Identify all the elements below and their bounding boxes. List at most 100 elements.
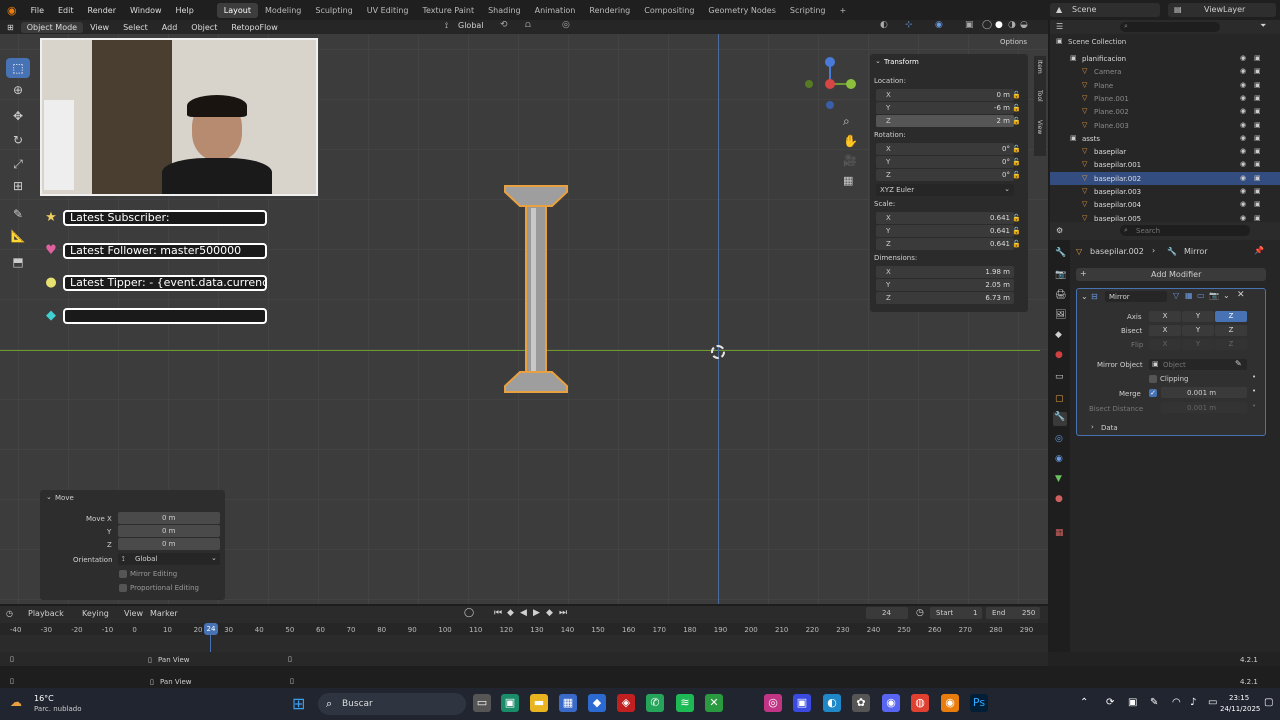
render-visibility-icon[interactable]: ▣ (1254, 121, 1261, 129)
menu-retopoflow[interactable]: RetopoFlow (224, 23, 284, 32)
particles-tab-icon[interactable]: ◎ (1055, 434, 1063, 444)
eye-icon[interactable]: ◉ (1240, 187, 1246, 195)
pin-icon[interactable]: 📌 (1254, 246, 1264, 255)
menu-playback[interactable]: Playback (28, 609, 64, 618)
render-visibility-icon[interactable]: ▣ (1254, 174, 1261, 182)
breadcrumb-modifier[interactable]: Mirror (1184, 247, 1208, 256)
dimensions-x-field[interactable]: X 1.98 m (876, 266, 1014, 278)
tab-texture-paint[interactable]: Texture Paint (415, 3, 481, 18)
dimensions-z-field[interactable]: Z 6.73 m (876, 292, 1014, 304)
xray-icon[interactable]: ▣ (965, 20, 974, 30)
clock-time[interactable]: 23:15 (1229, 694, 1249, 702)
close-icon[interactable]: ✕ (1237, 290, 1245, 300)
eye-icon[interactable]: ◉ (1240, 81, 1246, 89)
mode-selector[interactable]: Object Mode (20, 21, 84, 33)
outliner-editor-icon[interactable]: ☰ (1056, 22, 1063, 31)
lock-icon[interactable]: 🔓 (1012, 145, 1021, 153)
chatgpt-icon[interactable]: ✿ (852, 694, 870, 712)
task-view-icon[interactable]: ▭ (473, 694, 491, 712)
location-y-field[interactable]: Y -6 m (876, 102, 1014, 114)
discord-icon[interactable]: ◉ (882, 694, 900, 712)
playhead-frame[interactable]: 24 (204, 623, 218, 635)
collapse-chevron-icon[interactable]: ⌄ (875, 57, 881, 65)
filter-icon[interactable]: ⏷ (1260, 21, 1266, 31)
visibility-icon[interactable]: ◐ (880, 20, 888, 30)
flip-z-toggle[interactable]: Z (1215, 339, 1247, 350)
axis-z-toggle[interactable]: Z (1215, 311, 1247, 322)
mirror-editing-checkbox[interactable] (119, 570, 127, 578)
render-visibility-icon[interactable]: ▣ (1254, 67, 1261, 75)
outliner-object-row[interactable]: ▽ Plane.003 ◉ ▣ (1050, 119, 1280, 132)
clock-icon[interactable]: ◷ (916, 608, 924, 618)
viewport-toggle-icon[interactable]: ▭ (1197, 291, 1205, 300)
jump-start-icon[interactable]: ⏮ (494, 608, 502, 618)
properties-search-field[interactable]: ⌕ Search (1120, 225, 1250, 236)
location-z-field[interactable]: Z 2 m (876, 115, 1014, 127)
camera-view-icon[interactable]: 🎥 (843, 154, 857, 167)
outliner-object-row[interactable]: ▽ basepilar ◉ ▣ (1050, 145, 1280, 158)
play-reverse-icon[interactable]: ◀ (520, 608, 527, 618)
constraints-tab-icon[interactable]: ▼ (1055, 474, 1062, 484)
defender-icon[interactable]: ◆ (588, 694, 606, 712)
lock-icon[interactable]: 🔓 (1012, 91, 1021, 99)
dimensions-y-field[interactable]: Y 2.05 m (876, 279, 1014, 291)
eye-icon[interactable]: ◉ (1240, 174, 1246, 182)
tab-rendering[interactable]: Rendering (582, 3, 637, 18)
bisect-distance-field[interactable]: 0.001 m (1161, 402, 1247, 413)
mirror-object-field[interactable]: ▣ Object ✎ (1149, 359, 1247, 370)
select-box-tool-icon[interactable]: ⬚ (6, 58, 30, 78)
3d-cursor-icon[interactable] (711, 345, 725, 359)
properties-editor-icon[interactable]: ⚙ (1056, 226, 1063, 235)
render-visibility-icon[interactable]: ▣ (1254, 107, 1261, 115)
eye-icon[interactable]: ◉ (1240, 214, 1246, 222)
object-tab-icon[interactable]: ▢ (1055, 394, 1064, 404)
tab-item[interactable]: Item (1036, 60, 1043, 74)
tab-uv-editing[interactable]: UV Editing (360, 3, 416, 18)
lock-icon[interactable]: 🔓 (1012, 171, 1021, 179)
modifier-name-field[interactable]: Mirror (1105, 291, 1167, 302)
render-visibility-icon[interactable]: ▣ (1254, 200, 1261, 208)
render-visibility-icon[interactable]: ▣ (1254, 187, 1261, 195)
add-modifier-button[interactable]: + Add Modifier (1076, 268, 1266, 281)
blender-logo-icon[interactable]: ◉ (0, 4, 24, 17)
render-visibility-icon[interactable]: ▣ (1254, 160, 1261, 168)
battery-icon[interactable]: ▭ (1208, 697, 1217, 708)
eye-icon[interactable]: ◉ (1240, 107, 1246, 115)
scene-collection-label[interactable]: Scene Collection (1068, 38, 1126, 46)
wifi-icon[interactable]: ◠ (1172, 697, 1181, 708)
view-layer-tab-icon[interactable]: 🖼 (1055, 310, 1066, 320)
record-icon[interactable]: ◯ (464, 608, 474, 618)
move-tool-icon[interactable]: ✥ (6, 106, 30, 126)
volume-icon[interactable]: ♪ (1190, 697, 1196, 708)
menu-view[interactable]: View (83, 23, 116, 32)
current-frame-field[interactable]: 24 (866, 607, 908, 619)
tab-scripting[interactable]: Scripting (783, 3, 833, 18)
move-x-field[interactable]: 0 m (118, 512, 220, 524)
zoom-icon[interactable]: ⌕ (843, 114, 850, 129)
scale-z-field[interactable]: Z 0.641 (876, 238, 1014, 250)
eye-icon[interactable]: ◉ (1240, 54, 1246, 62)
eye-icon[interactable]: ◉ (1240, 67, 1246, 75)
outliner-object-row[interactable]: ▽ Plane ◉ ▣ (1050, 79, 1280, 92)
menu-add[interactable]: Add (155, 23, 185, 32)
editor-type-icon[interactable]: ⊞ (0, 23, 21, 32)
pen-icon[interactable]: ✎ (1150, 697, 1158, 708)
outliner-object-row[interactable]: ▽ basepilar.002 ◉ ▣ (1050, 171, 1280, 185)
location-x-field[interactable]: X 0 m (876, 89, 1014, 101)
app-icon-blue[interactable]: ▣ (793, 694, 811, 712)
tray-chevron-icon[interactable]: ⌃ (1080, 697, 1088, 708)
instagram-icon[interactable]: ◎ (764, 694, 782, 712)
end-frame-field[interactable]: End 250 (986, 607, 1040, 619)
proportional-editing-icon[interactable]: ◎ (562, 20, 570, 30)
texture-tab-icon[interactable]: ▦ (1055, 528, 1064, 538)
transform-tool-icon[interactable]: ⊞ (6, 176, 30, 196)
menu-select[interactable]: Select (116, 23, 155, 32)
annotate-tool-icon[interactable]: ✎ (6, 204, 30, 224)
tab-shading[interactable]: Shading (481, 3, 528, 18)
tab-animation[interactable]: Animation (528, 3, 583, 18)
options-button[interactable]: Options (1000, 38, 1027, 46)
wireframe-shading-icon[interactable]: ◯ (982, 20, 992, 30)
material-shading-icon[interactable]: ◑ (1008, 20, 1016, 30)
outliner-search-field[interactable]: ⌕ (1120, 22, 1220, 32)
viewlayer-selector[interactable]: ▤ ViewLayer (1168, 3, 1276, 17)
